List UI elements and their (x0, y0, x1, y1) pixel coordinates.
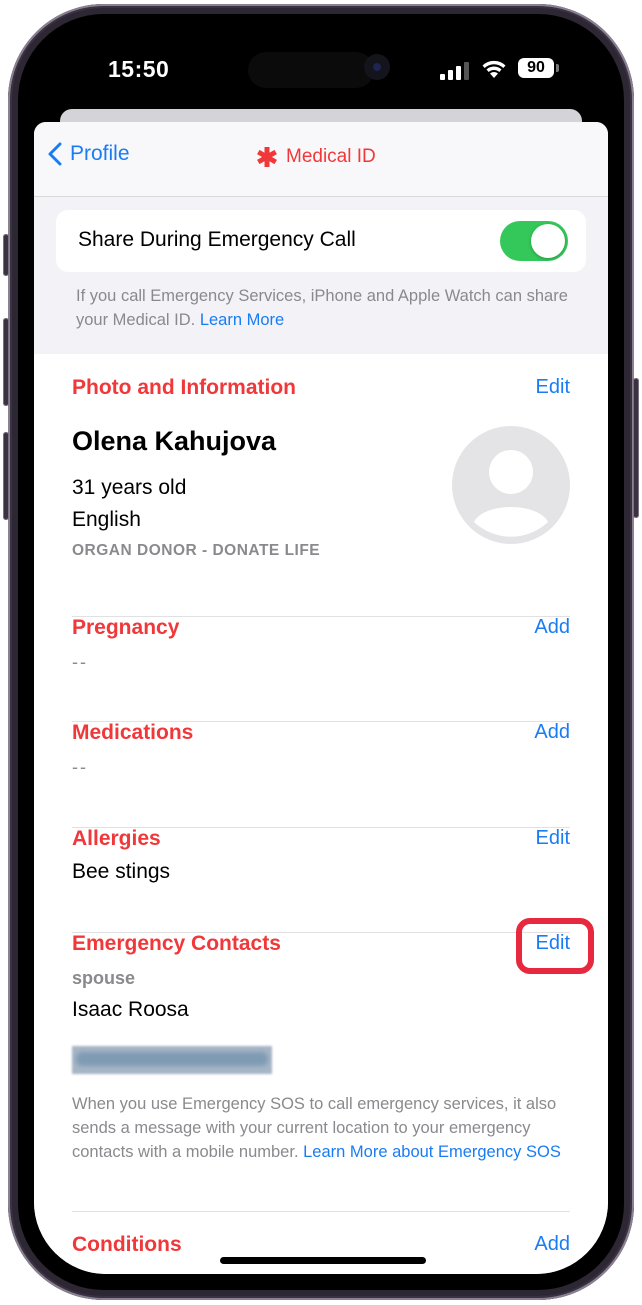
share-during-call-toggle[interactable] (500, 221, 568, 261)
allergies-edit-button[interactable]: Edit (536, 827, 570, 850)
chevron-left-icon (48, 142, 62, 166)
volume-up-button (3, 318, 9, 406)
medical-info-list: Photo and Information Edit Olena Kahujov… (34, 354, 608, 1274)
section-title: Conditions (72, 1233, 182, 1256)
action-button (3, 234, 9, 276)
contact-phone-redacted[interactable] (72, 1046, 272, 1074)
section-conditions: Conditions Add -- (72, 1211, 570, 1274)
back-label: Profile (70, 142, 130, 165)
navigation-bar: Profile Medical ID (34, 122, 608, 197)
person-age: 31 years old (72, 476, 187, 499)
power-button (633, 378, 639, 518)
section-allergies: Allergies Edit Bee stings (72, 827, 570, 917)
volume-down-button (3, 432, 9, 520)
section-title: Medications (72, 721, 194, 744)
conditions-add-button[interactable]: Add (534, 1233, 570, 1256)
screen: 15:50 90 Profile Medical ID Share During… (34, 30, 608, 1274)
organ-donor-status: ORGAN DONOR - DONATE LIFE (72, 542, 321, 559)
cellular-signal-icon (440, 62, 469, 80)
battery-icon: 90 (518, 58, 559, 78)
allergies-value: Bee stings (72, 860, 171, 883)
medical-asterisk-icon (257, 147, 277, 167)
person-placeholder-icon (474, 450, 548, 537)
person-name: Olena Kahujova (72, 426, 277, 456)
back-button[interactable]: Profile (48, 142, 130, 166)
section-title: Pregnancy (72, 616, 180, 639)
dynamic-island (248, 52, 374, 88)
status-time: 15:50 (108, 56, 170, 82)
share-footnote-text: If you call Emergency Services, iPhone a… (76, 287, 568, 329)
medications-add-button[interactable]: Add (534, 721, 570, 744)
page-title-text: Medical ID (286, 146, 376, 167)
pregnancy-value: -- (72, 652, 88, 672)
medical-id-sheet: Profile Medical ID Share During Emergenc… (34, 122, 608, 1274)
section-medications: Medications Add -- (72, 721, 570, 811)
front-camera (364, 54, 390, 80)
status-bar: 15:50 90 (34, 30, 608, 110)
page-title: Medical ID (256, 146, 376, 168)
photo-info-edit-button[interactable]: Edit (536, 376, 570, 399)
section-title: Photo and Information (72, 376, 296, 399)
share-footnote: If you call Emergency Services, iPhone a… (76, 284, 576, 332)
learn-more-link[interactable]: Learn More (200, 311, 284, 329)
section-title: Emergency Contacts (72, 932, 281, 955)
share-toggle-label: Share During Emergency Call (78, 228, 356, 251)
medications-value: -- (72, 757, 88, 777)
home-indicator[interactable] (220, 1257, 426, 1264)
conditions-value: -- (72, 1269, 88, 1274)
section-emergency-contacts: Emergency Contacts Edit spouse Isaac Roo… (72, 918, 594, 1192)
contact-name: Isaac Roosa (72, 998, 189, 1021)
person-language: English (72, 508, 141, 531)
wifi-icon (482, 60, 506, 78)
highlight-box (516, 918, 594, 974)
contact-relationship: spouse (72, 968, 136, 988)
section-title: Allergies (72, 827, 161, 850)
avatar (452, 426, 570, 544)
learn-more-sos-link[interactable]: Learn More about Emergency SOS (303, 1143, 561, 1161)
pregnancy-add-button[interactable]: Add (534, 616, 570, 639)
emergency-sos-note: When you use Emergency SOS to call emerg… (72, 1092, 572, 1164)
section-pregnancy: Pregnancy Add -- (72, 616, 570, 706)
section-photo-information: Photo and Information Edit Olena Kahujov… (72, 376, 570, 596)
share-during-call-row: Share During Emergency Call (56, 210, 586, 272)
